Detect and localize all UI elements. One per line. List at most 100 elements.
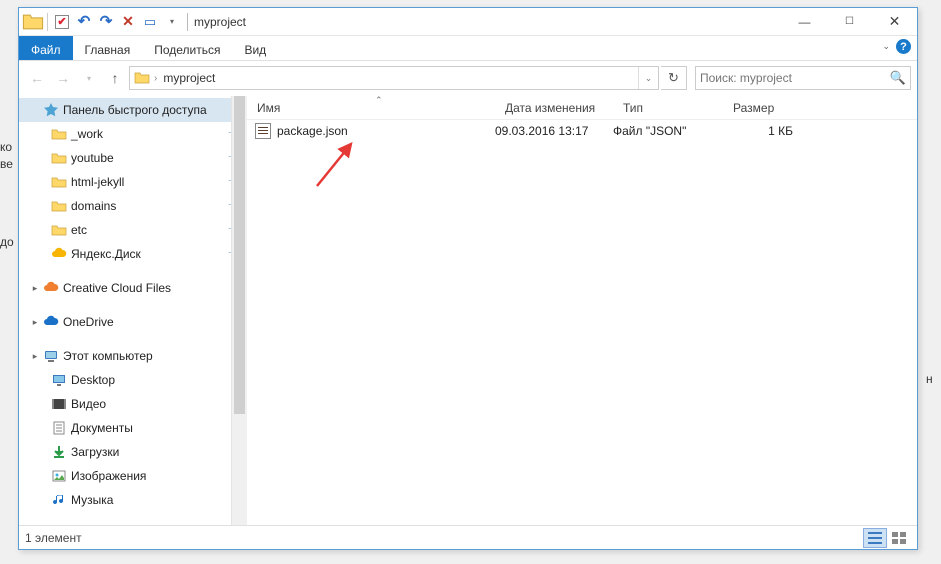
sidebar-scrollbar[interactable] [231, 96, 247, 525]
qat-dropdown-icon[interactable]: ▾ [161, 11, 183, 33]
sidebar-item-label: OneDrive [61, 315, 247, 329]
sidebar-item-label: Музыка [69, 493, 247, 507]
column-size[interactable]: Размер [723, 101, 803, 115]
folder-icon [49, 150, 69, 166]
close-button[interactable]: ✕ [872, 8, 917, 35]
sidebar-item-domains[interactable]: domains 📌 [19, 194, 247, 218]
video-icon [49, 396, 69, 412]
star-icon [41, 102, 61, 118]
sidebar-item-label: _work [69, 127, 229, 141]
file-date: 09.03.2016 13:17 [495, 124, 613, 138]
sidebar-item-video[interactable]: Видео [19, 392, 247, 416]
sidebar-item-download[interactable]: Загрузки [19, 440, 247, 464]
explorer-window: ✔ ↶ ↷ ✕ ▭ ▾ myproject — ☐ ✕ Файл Главная… [18, 7, 918, 550]
sidebar-item-doc[interactable]: Документы [19, 416, 247, 440]
file-row[interactable]: package.json 09.03.2016 13:17 Файл "JSON… [247, 120, 917, 142]
cloud-icon [41, 280, 61, 296]
file-type: Файл "JSON" [613, 124, 723, 138]
navigation-pane: ▸ Панель быстрого доступа _work 📌 youtub… [19, 96, 247, 525]
file-name: package.json [277, 124, 348, 138]
tab-home[interactable]: Главная [73, 36, 143, 60]
sort-ascending-icon: ⌃ [375, 95, 383, 106]
onedrive-icon [41, 314, 61, 330]
folder-icon [49, 174, 69, 190]
window-title: myproject [194, 15, 246, 29]
breadcrumb[interactable]: myproject [159, 71, 219, 85]
file-list: ⌃ Имя Дата изменения Тип Размер package.… [247, 96, 917, 525]
qat-redo-icon[interactable]: ↷ [95, 11, 117, 33]
refresh-button[interactable]: ↻ [661, 66, 687, 90]
annotation-arrow [307, 136, 367, 196]
address-bar[interactable]: › myproject ⌄ [129, 66, 659, 90]
sidebar-item-label: Яндекс.Диск [69, 247, 229, 261]
sidebar-item-label: html-jekyll [69, 175, 229, 189]
search-input[interactable] [700, 71, 890, 85]
ribbon: Файл Главная Поделиться Вид ⌄ ? [19, 36, 917, 61]
folder-icon [49, 222, 69, 238]
sidebar-scrollbar-thumb[interactable] [234, 96, 245, 414]
sidebar-item-label: youtube [69, 151, 229, 165]
address-folder-icon [132, 70, 152, 86]
sidebar-item-image[interactable]: Изображения [19, 464, 247, 488]
sidebar-item-label: Панель быстрого доступа [61, 103, 247, 117]
view-details-button[interactable] [863, 528, 887, 548]
image-icon [49, 468, 69, 484]
cloud-icon [49, 246, 69, 262]
recent-dropdown-icon[interactable]: ▾ [77, 66, 101, 90]
quick-access-toolbar: ✔ ↶ ↷ ✕ ▭ ▾ myproject [19, 8, 246, 35]
sidebar-item-Яндекс.Диск[interactable]: Яндекс.Диск 📌 [19, 242, 247, 266]
qat-rename-icon[interactable]: ▭ [139, 11, 161, 33]
music-icon [49, 492, 69, 508]
view-thumbnails-button[interactable] [887, 528, 911, 548]
minimize-button[interactable]: — [782, 8, 827, 35]
folder-icon [49, 198, 69, 214]
help-icon[interactable]: ? [896, 39, 911, 54]
qat-undo-icon[interactable]: ↶ [73, 11, 95, 33]
sidebar-item-label: Видео [69, 397, 247, 411]
navigation-bar: ← → ▾ ↑ › myproject ⌄ ↻ 🔍 [19, 61, 917, 95]
tab-share[interactable]: Поделиться [142, 36, 232, 60]
status-bar: 1 элемент [19, 525, 917, 549]
download-icon [49, 444, 69, 460]
sidebar-item-desktop[interactable]: Desktop [19, 368, 247, 392]
up-button[interactable]: ↑ [103, 66, 127, 90]
sidebar-item-label: Desktop [69, 373, 247, 387]
sidebar-item-label: Этот компьютер [61, 349, 247, 363]
ribbon-collapse-icon[interactable]: ⌄ [882, 41, 890, 52]
sidebar-item-etc[interactable]: etc 📌 [19, 218, 247, 242]
column-headers: ⌃ Имя Дата изменения Тип Размер [247, 96, 917, 120]
sidebar-item-label: Документы [69, 421, 247, 435]
sidebar-creative-cloud[interactable]: ▸ Creative Cloud Files [19, 276, 247, 300]
qat-properties-icon[interactable]: ✔ [51, 11, 73, 33]
column-name[interactable]: Имя [247, 101, 495, 115]
sidebar-item-label: etc [69, 223, 229, 237]
forward-button[interactable]: → [51, 66, 75, 90]
column-type[interactable]: Тип [613, 101, 723, 115]
sidebar-item-html-jekyll[interactable]: html-jekyll 📌 [19, 170, 247, 194]
address-history-icon[interactable]: ⌄ [638, 67, 658, 89]
titlebar: ✔ ↶ ↷ ✕ ▭ ▾ myproject — ☐ ✕ [19, 8, 917, 36]
sidebar-item-label: domains [69, 199, 229, 213]
sidebar-onedrive[interactable]: ▸ OneDrive [19, 310, 247, 334]
search-icon[interactable]: 🔍 [890, 70, 906, 86]
tab-view[interactable]: Вид [232, 36, 278, 60]
column-date[interactable]: Дата изменения [495, 101, 613, 115]
file-size: 1 КБ [723, 124, 803, 138]
sidebar-item-_work[interactable]: _work 📌 [19, 122, 247, 146]
desktop-icon [49, 372, 69, 388]
back-button[interactable]: ← [25, 66, 49, 90]
app-folder-icon [22, 11, 44, 33]
qat-delete-icon[interactable]: ✕ [117, 11, 139, 33]
computer-icon [41, 348, 61, 364]
sidebar-item-label: Загрузки [69, 445, 247, 459]
sidebar-this-pc[interactable]: ▸ Этот компьютер [19, 344, 247, 368]
sidebar-item-youtube[interactable]: youtube 📌 [19, 146, 247, 170]
status-item-count: 1 элемент [25, 531, 82, 545]
sidebar-item-music[interactable]: Музыка [19, 488, 247, 512]
search-box[interactable]: 🔍 [695, 66, 911, 90]
tab-file[interactable]: Файл [19, 36, 73, 60]
chevron-right-icon[interactable]: › [152, 73, 159, 84]
sidebar-quick-access[interactable]: ▸ Панель быстрого доступа [19, 98, 247, 122]
folder-icon [49, 126, 69, 142]
maximize-button[interactable]: ☐ [827, 8, 872, 35]
